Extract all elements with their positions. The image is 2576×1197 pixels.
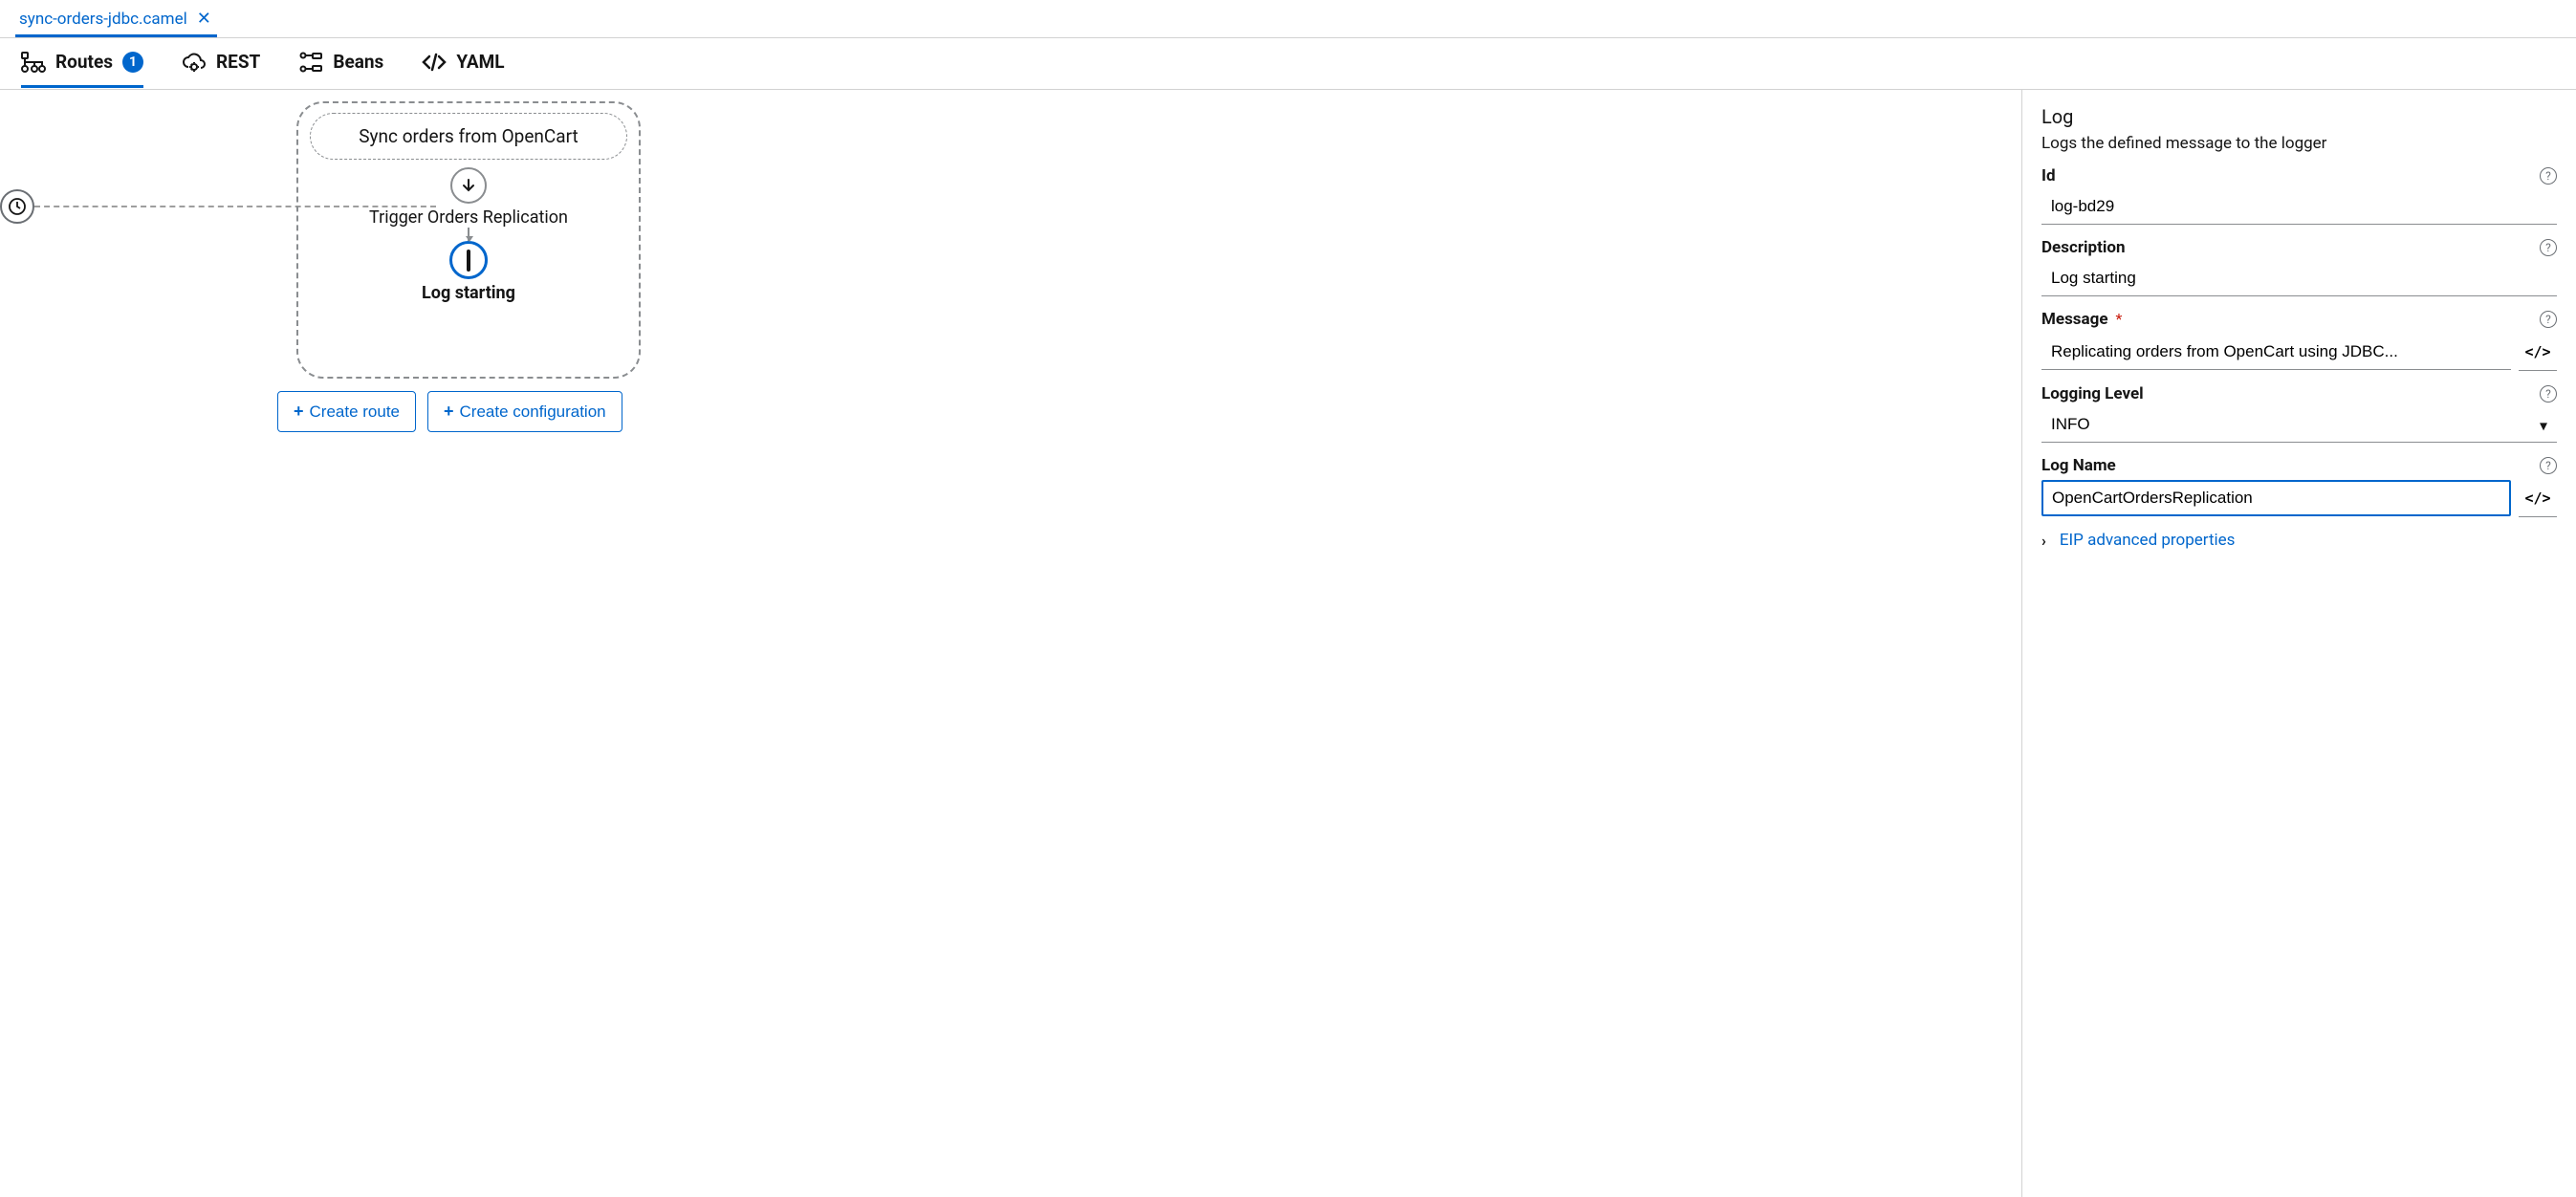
document-icon <box>467 251 470 270</box>
create-configuration-button[interactable]: + Create configuration <box>427 391 622 432</box>
route-canvas[interactable]: Sync orders from OpenCart Trigger Orders… <box>0 90 2021 1197</box>
clock-icon <box>8 197 27 216</box>
eip-advanced-toggle[interactable]: › EIP advanced properties <box>2041 531 2557 550</box>
tab-beans-label: Beans <box>333 51 383 73</box>
close-icon[interactable]: ✕ <box>195 9 213 29</box>
tab-yaml-label: YAML <box>456 51 504 73</box>
file-tab-bar: sync-orders-jdbc.camel ✕ <box>0 0 2576 38</box>
file-tab-name: sync-orders-jdbc.camel <box>19 10 187 29</box>
trigger-node[interactable] <box>450 167 487 204</box>
cloud-gear-icon <box>182 52 207 73</box>
view-tabs: Routes 1 REST Beans YAML <box>0 38 2576 90</box>
tab-routes[interactable]: Routes 1 <box>21 39 143 88</box>
route-container[interactable]: Sync orders from OpenCart Trigger Orders… <box>296 101 641 379</box>
description-input[interactable] <box>2041 261 2557 296</box>
tab-yaml[interactable]: YAML <box>422 39 504 88</box>
trigger-label: Trigger Orders Replication <box>369 207 568 228</box>
expression-button[interactable]: </> <box>2519 479 2557 517</box>
beans-icon <box>298 52 323 73</box>
id-input[interactable] <box>2041 189 2557 225</box>
chevron-right-icon: › <box>2041 532 2046 550</box>
tab-beans[interactable]: Beans <box>298 39 383 88</box>
plus-icon: + <box>444 402 454 422</box>
help-icon[interactable]: ? <box>2540 457 2557 474</box>
logging-level-label: Logging Level <box>2041 384 2144 403</box>
routes-icon <box>21 52 46 73</box>
id-label: Id <box>2041 166 2056 185</box>
create-route-label: Create route <box>310 403 401 422</box>
connector <box>468 228 469 241</box>
code-icon: </> <box>2524 490 2550 507</box>
create-route-button[interactable]: + Create route <box>277 391 416 432</box>
tab-rest-label: REST <box>216 51 260 73</box>
routes-count-badge: 1 <box>122 52 143 73</box>
step-description: Logs the defined message to the logger <box>2041 134 2557 153</box>
properties-panel: Log Logs the defined message to the logg… <box>2021 90 2576 1197</box>
file-tab-active[interactable]: sync-orders-jdbc.camel ✕ <box>15 1 217 37</box>
log-node-selected[interactable] <box>449 241 488 279</box>
plus-icon: + <box>294 402 304 422</box>
log-node-label: Log starting <box>422 283 515 303</box>
route-title[interactable]: Sync orders from OpenCart <box>310 113 627 160</box>
timer-node[interactable] <box>0 189 34 224</box>
code-icon: </> <box>2524 343 2550 360</box>
message-label: Message <box>2041 310 2108 329</box>
tab-routes-label: Routes <box>55 51 113 73</box>
description-label: Description <box>2041 238 2125 257</box>
help-icon[interactable]: ? <box>2540 385 2557 403</box>
help-icon[interactable]: ? <box>2540 239 2557 256</box>
step-title: Log <box>2041 105 2557 128</box>
logging-level-select[interactable] <box>2041 407 2557 443</box>
help-icon[interactable]: ? <box>2540 311 2557 328</box>
required-indicator: * <box>2116 310 2123 328</box>
eip-advanced-label: EIP advanced properties <box>2060 531 2236 550</box>
tab-rest[interactable]: REST <box>182 39 260 88</box>
log-name-input[interactable] <box>2041 480 2511 516</box>
code-icon <box>422 53 447 72</box>
arrow-down-icon <box>461 178 476 193</box>
help-icon[interactable]: ? <box>2540 167 2557 185</box>
log-name-label: Log Name <box>2041 456 2116 475</box>
create-config-label: Create configuration <box>460 403 606 422</box>
message-input[interactable] <box>2041 335 2511 370</box>
expression-button[interactable]: </> <box>2519 333 2557 371</box>
